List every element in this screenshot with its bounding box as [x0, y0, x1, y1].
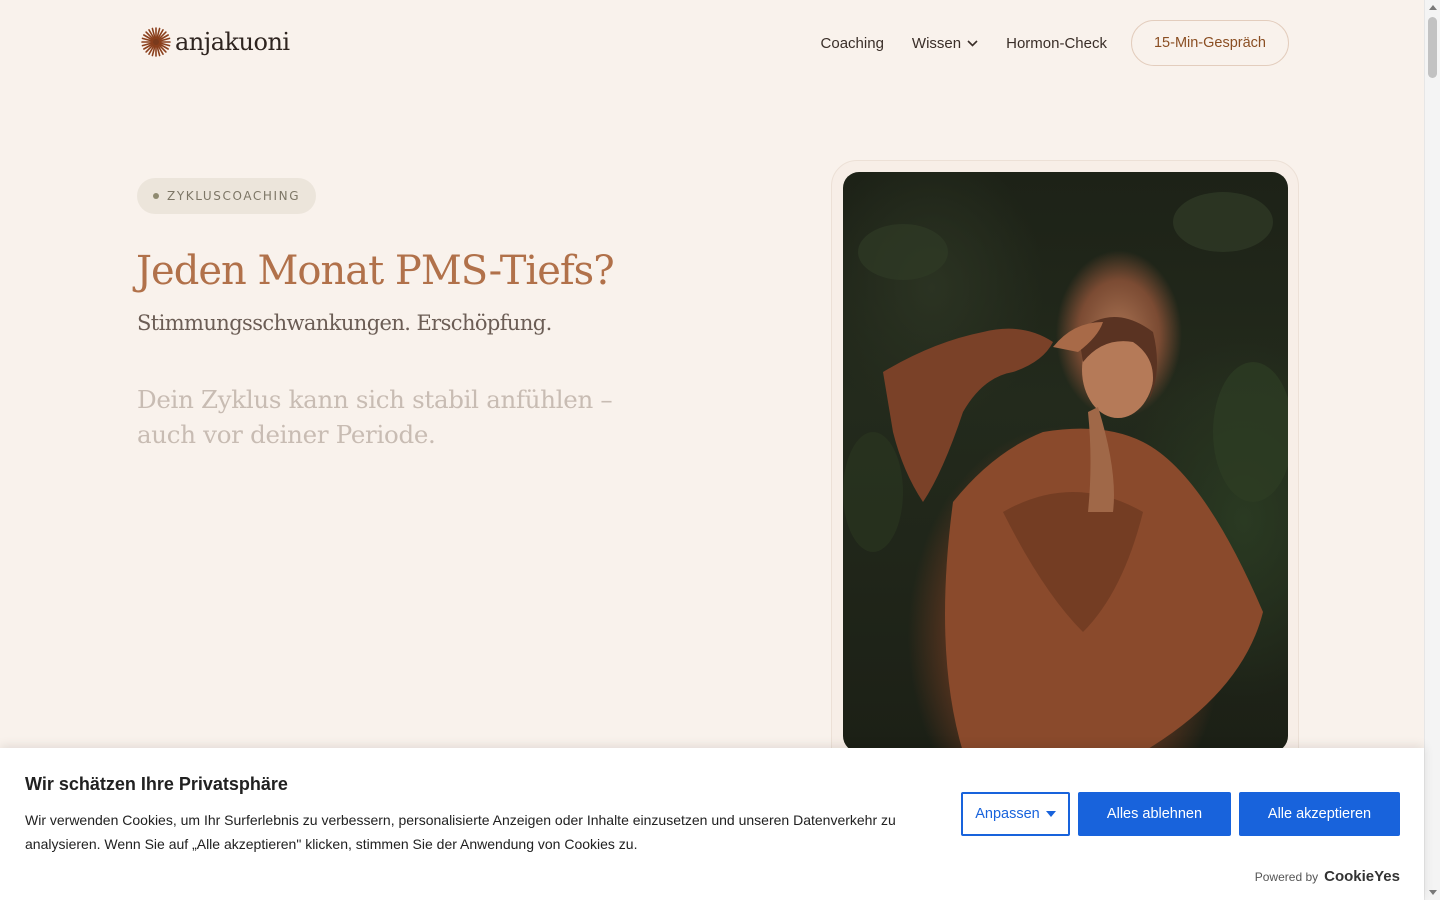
customize-label: Anpassen — [975, 806, 1040, 822]
site-header: anjakuoni Coaching Wissen Hormon-Check 1… — [0, 0, 1424, 86]
powered-by-label: Powered by — [1254, 870, 1319, 884]
scroll-down-icon[interactable] — [1429, 890, 1437, 895]
nav-coaching[interactable]: Coaching — [821, 35, 884, 52]
main-nav: Coaching Wissen Hormon-Check 15-Min-Gesp… — [821, 20, 1289, 66]
scroll-up-icon[interactable] — [1429, 5, 1437, 10]
customize-button[interactable]: Anpassen — [961, 792, 1070, 836]
reject-all-button[interactable]: Alles ablehnen — [1078, 792, 1231, 836]
hero-subtitle: Stimmungsschwankungen. Erschöpfung. — [137, 311, 552, 335]
logo-text: anjakuoni — [175, 28, 290, 56]
hero-lead: Dein Zyklus kann sich stabil anfühlen – … — [137, 385, 613, 449]
nav-hormon-check-label: Hormon-Check — [1006, 34, 1107, 52]
category-badge: ZYKLUSCOACHING — [137, 178, 317, 214]
logo-link[interactable]: anjakuoni — [141, 27, 290, 57]
nav-coaching-label: Coaching — [820, 34, 884, 52]
accept-all-button[interactable]: Alle akzeptieren — [1239, 792, 1400, 836]
photo-illustration — [843, 192, 1288, 752]
cookie-title: Wir schätzen Ihre Privatsphäre — [25, 774, 288, 794]
scroll-thumb[interactable] — [1428, 17, 1437, 78]
nav-hormon-check[interactable]: Hormon-Check — [1006, 35, 1107, 52]
chevron-down-icon — [967, 39, 978, 47]
badge-dot-icon — [153, 193, 159, 199]
hero-photo — [843, 172, 1288, 752]
powered-by: Powered by CookieYes — [1255, 868, 1400, 885]
nav-wissen-label: Wissen — [911, 34, 962, 52]
cookie-text: Wir verwenden Cookies, um Ihr Surferlebn… — [25, 812, 896, 852]
hero-title: Jeden Monat PMS-Tiefs? — [136, 248, 615, 294]
badge-label: ZYKLUSCOACHING — [167, 189, 301, 203]
cookieyes-logo[interactable]: CookieYes — [1324, 868, 1400, 885]
nav-wissen[interactable]: Wissen — [912, 35, 978, 52]
cookie-banner: Wir schätzen Ihre Privatsphäre Wir verwe… — [0, 748, 1424, 900]
book-call-button[interactable]: 15-Min-Gespräch — [1130, 20, 1289, 66]
caret-down-icon — [1045, 811, 1056, 817]
page-scrollbar[interactable] — [1424, 0, 1440, 900]
sunburst-logo-icon — [141, 27, 171, 57]
